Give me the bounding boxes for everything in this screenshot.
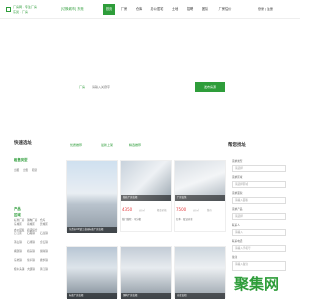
logo-icon	[6, 7, 11, 12]
main-nav: [切换城市] 东莞 首页 厂房 仓库 办公居宅 土地 招聘 团队 厂房估价	[61, 4, 273, 15]
filter-link[interactable]: 大朗镇	[27, 267, 35, 271]
filter-link[interactable]: 常平镇	[27, 258, 35, 262]
listing-photo: 仓库出租	[175, 247, 225, 299]
tab-latest[interactable]: 最新上架	[101, 143, 113, 147]
group-region: 区域	[14, 213, 21, 217]
filter-link[interactable]: 横沥镇	[14, 249, 22, 253]
listing-caption: 仓库出租	[175, 293, 225, 299]
listing-caption: 标准厂房出租	[67, 293, 117, 299]
filter-link[interactable]: 黄江镇	[40, 267, 48, 271]
nav-valuation[interactable]: 厂房估价	[216, 4, 234, 15]
nav-warehouse[interactable]: 仓库	[134, 4, 144, 15]
need-area-input[interactable]: 请输入面积	[232, 197, 286, 204]
nav-home[interactable]: 首页	[103, 4, 115, 15]
need-region-select[interactable]: 请选择区域	[232, 181, 286, 188]
publish-listing-button[interactable]: 发布房源	[195, 82, 225, 92]
filter-link[interactable]: 石龙镇	[40, 231, 48, 235]
group-deal-type: 租售类型	[14, 158, 28, 162]
filter-link[interactable]: 租赁	[32, 168, 37, 172]
filter-link[interactable]: 出售	[23, 168, 28, 172]
nav-office[interactable]: 办公居宅	[149, 4, 165, 15]
listing-photo: 厂房出售	[175, 161, 225, 201]
listing-photo: 钢构厂房出租	[121, 247, 171, 299]
listing-photo: 标准厂房出租	[67, 247, 117, 299]
listing-tags: 独门独院 · 可分租	[122, 218, 142, 221]
watermark-graphic: 聚集网	[233, 275, 279, 293]
filter-link[interactable]: 桥头镇	[27, 249, 35, 253]
filter-link[interactable]: 东坑镇	[14, 258, 22, 262]
filter-link[interactable]: 谢岗镇	[40, 249, 48, 253]
price-unit: 元/㎡	[193, 209, 199, 212]
watermark-text: 聚集网	[233, 275, 279, 293]
filter-link[interactable]: 石排镇	[27, 240, 35, 244]
listing-card[interactable]: 钢构厂房出租	[120, 246, 172, 299]
need-product-select[interactable]: 请选择	[232, 213, 286, 220]
tab-recommended[interactable]: 优质推荐	[70, 143, 82, 147]
logo-subtitle: 东莞 · 厂房	[13, 10, 28, 14]
price-label: 租金价格	[157, 209, 167, 212]
listing-card[interactable]: 仓库出租	[174, 246, 226, 299]
listing-photo: 东莞市XX镇工业园标准厂房出租	[67, 161, 117, 233]
listing-caption: 东莞市XX镇工业园标准厂房出租	[67, 227, 117, 233]
filter-link[interactable]: 石碣镇	[27, 231, 35, 235]
price-label: 售价	[207, 209, 212, 212]
region-filter: 区域 东城区 南城区 莞城区 万江区 石碣镇 石龙镇 茶山镇 石排镇 企石镇 横…	[14, 212, 54, 300]
nav-factory[interactable]: 厂房	[119, 4, 129, 15]
listing-photo: 独栋厂房出租	[121, 161, 171, 201]
nav-land[interactable]: 土地	[170, 4, 180, 15]
listing-card[interactable]: 厂房出售 7500 元/㎡ 售价 红本 · 双证齐全	[174, 160, 226, 232]
remarks-input[interactable]: 请输入备注	[232, 261, 286, 271]
login-register-link[interactable]: 登录 | 注册	[258, 4, 273, 15]
site-logo[interactable]: 厂房网 · 专注厂房 东莞 · 厂房	[6, 5, 50, 16]
filter-link[interactable]: 东城区	[14, 222, 22, 226]
price-unit: 元/㎡	[139, 209, 145, 212]
filter-link[interactable]: 莞城区	[40, 222, 48, 226]
listing-caption: 钢构厂房出租	[121, 293, 171, 299]
group-product: 产品	[14, 207, 21, 211]
filter-link[interactable]: 万江区	[14, 231, 22, 235]
filter-link[interactable]: 樟木头镇	[14, 267, 24, 271]
field-label: 联系人	[232, 224, 240, 227]
field-label: 需求面积	[232, 192, 243, 195]
listing-caption: 独栋厂房出租	[121, 195, 171, 201]
field-label: 联系电话	[232, 240, 243, 243]
nav-team[interactable]: 团队	[200, 4, 210, 15]
field-label: 需求区域	[232, 176, 243, 179]
search-bar: 厂房 发布房源	[75, 82, 225, 92]
contact-name-input[interactable]: 请输入	[232, 229, 286, 236]
quick-select-panel: 快速选址 租售类型 出租 出售 租赁 产品 标准厂房 钢构厂房 仓库 办公研发 …	[14, 140, 54, 232]
city-switcher[interactable]: [切换城市] 东莞	[61, 4, 84, 15]
listing-price: 4350	[122, 207, 133, 212]
contact-phone-input[interactable]: 请输入手机号	[232, 245, 286, 252]
listing-tags: 红本 · 双证齐全	[176, 218, 193, 221]
need-type-select[interactable]: 请选择	[232, 165, 286, 172]
filter-link[interactable]: 茶山镇	[14, 240, 22, 244]
top-bar: 厂房网 · 专注厂房 东莞 · 厂房 [切换城市] 东莞 首页 厂房 仓库 办公…	[0, 0, 300, 19]
listing-tabs: 优质推荐 最新上架 精选推荐	[70, 143, 170, 151]
filter-link[interactable]: 企石镇	[40, 240, 48, 244]
watermark-logo: 聚集网	[232, 272, 296, 294]
search-input[interactable]	[91, 83, 189, 91]
field-label: 需求产品	[232, 208, 243, 211]
nav-jobs[interactable]: 招聘	[185, 4, 195, 15]
field-label: 备注	[232, 256, 238, 259]
logo-text: 厂房网 · 专注厂房	[13, 5, 37, 9]
search-category-label[interactable]: 厂房	[79, 82, 85, 92]
listing-card[interactable]: 标准厂房出租	[66, 246, 118, 299]
find-site-title: 帮您找址	[228, 143, 246, 148]
listing-card[interactable]: 独栋厂房出租 4350 元/㎡ 租金价格 独门独院 · 可分租	[120, 160, 172, 232]
listing-card[interactable]: 东莞市XX镇工业园标准厂房出租	[66, 160, 118, 233]
hero-banner	[0, 19, 300, 137]
filter-link[interactable]: 寮步镇	[40, 258, 48, 262]
tab-featured[interactable]: 精选推荐	[129, 143, 141, 147]
filter-link[interactable]: 出租	[14, 168, 19, 172]
filter-link[interactable]: 南城区	[27, 222, 35, 226]
quick-select-title: 快速选址	[14, 141, 32, 146]
listing-price: 7500	[176, 207, 187, 212]
listing-caption: 厂房出售	[175, 195, 225, 201]
field-label: 需求类型	[232, 160, 243, 163]
